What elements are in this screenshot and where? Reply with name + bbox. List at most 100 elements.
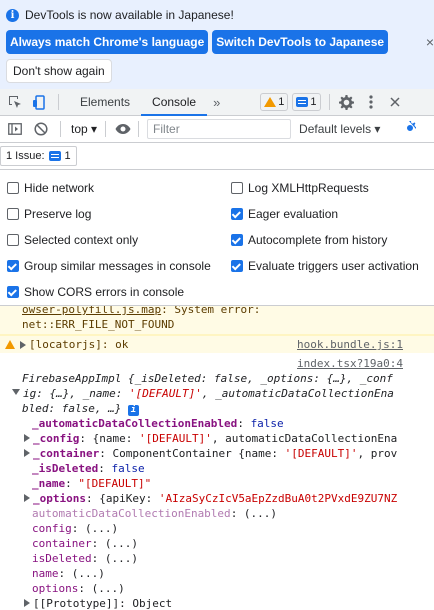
info-icon: i xyxy=(6,8,19,22)
log-xhr-checkbox[interactable] xyxy=(231,182,243,194)
eager-eval-label: Eager evaluation xyxy=(248,207,339,221)
devtools-tabbar: Elements Console » 1 1 xyxy=(0,89,434,116)
getter-row[interactable]: isDeleted: (...) xyxy=(22,551,434,566)
autocomplete-label: Autocomplete from history xyxy=(248,233,388,247)
error-detail: net::ERR_FILE_NOT_FOUND xyxy=(22,318,175,331)
issue-message-icon xyxy=(48,151,61,161)
console-error-message: owser-polyfill.js.map: System error: net… xyxy=(0,306,434,335)
log-levels-dropdown[interactable]: Default levels ▾ xyxy=(299,122,380,136)
eager-eval-checkbox[interactable] xyxy=(231,208,243,220)
filter-input[interactable]: Filter xyxy=(147,119,292,139)
cors-errors-label: Show CORS errors in console xyxy=(24,285,185,299)
toolbar-divider xyxy=(105,121,107,137)
language-infobar: i DevTools is now available in Japanese!… xyxy=(0,0,434,89)
error-text: : System error: xyxy=(161,306,261,316)
getter-row[interactable]: container: (...) xyxy=(22,536,434,551)
property-row-expandable[interactable]: _container: ComponentContainer {name: '[… xyxy=(22,446,434,461)
messages-badge[interactable]: 1 xyxy=(292,93,321,111)
group-similar-option[interactable]: Group similar messages in console xyxy=(0,259,224,273)
close-devtools-icon[interactable] xyxy=(386,93,404,111)
getter-row[interactable]: automaticDataCollectionEnabled: (...) xyxy=(22,506,434,521)
preserve-log-label: Preserve log xyxy=(24,207,92,221)
warnings-badge[interactable]: 1 xyxy=(260,93,289,111)
warning-source-link[interactable]: hook.bundle.js:1 xyxy=(297,337,403,352)
issues-count: 1 xyxy=(64,150,71,162)
selected-context-option[interactable]: Selected context only xyxy=(0,233,224,247)
hide-network-label: Hide network xyxy=(24,181,95,195)
cors-errors-checkbox[interactable] xyxy=(7,286,19,298)
console-toolbar: top ▾ Filter Default levels ▾ xyxy=(0,116,434,143)
toolbar-divider xyxy=(138,121,140,137)
more-tabs-icon[interactable]: » xyxy=(207,95,226,110)
always-match-language-button[interactable]: Always match Chrome's language xyxy=(6,30,209,54)
toolbar-divider xyxy=(58,94,59,110)
log-xhr-label: Log XMLHttpRequests xyxy=(248,181,369,195)
console-settings-panel: Hide network Log XMLHttpRequests Preserv… xyxy=(0,170,434,306)
object-preview-line2[interactable]: ig: {…}, _name: '[DEFAULT]', _automaticD… xyxy=(12,386,434,401)
infobar-message-row: i DevTools is now available in Japanese! xyxy=(6,6,428,24)
expand-arrow-icon[interactable] xyxy=(24,599,30,607)
warning-icon xyxy=(5,340,15,349)
object-preview-line3: bled: false, …} xyxy=(22,402,122,415)
log-source-link[interactable]: index.tsx?19a0:4 xyxy=(297,356,403,371)
selected-context-label: Selected context only xyxy=(24,233,139,247)
group-similar-label: Group similar messages in console xyxy=(24,259,211,273)
issues-bar: 1 Issue: 1 xyxy=(0,143,434,170)
info-icon[interactable]: i xyxy=(127,405,139,416)
close-icon[interactable]: × xyxy=(426,34,434,50)
selected-context-checkbox[interactable] xyxy=(7,234,19,246)
toolbar-divider xyxy=(328,94,330,110)
issues-label: 1 Issue: xyxy=(6,150,45,162)
eager-eval-option[interactable]: Eager evaluation xyxy=(224,207,434,221)
clear-console-icon[interactable] xyxy=(32,120,50,138)
autocomplete-checkbox[interactable] xyxy=(231,234,243,246)
getter-row[interactable]: config: (...) xyxy=(22,521,434,536)
property-row: _isDeleted: false xyxy=(32,462,145,475)
infobar-button-row: Always match Chrome's language Switch De… xyxy=(6,30,428,54)
context-selector[interactable]: top ▾ xyxy=(71,122,97,136)
hide-network-option[interactable]: Hide network xyxy=(0,181,224,195)
issues-button[interactable]: 1 Issue: 1 xyxy=(0,146,77,166)
eval-triggers-option[interactable]: Evaluate triggers user activation xyxy=(224,259,434,273)
preserve-log-option[interactable]: Preserve log xyxy=(0,207,224,221)
toolbar-divider xyxy=(60,121,61,137)
property-row-expandable[interactable]: _options: {apiKey: 'AIzaSyCzIcV5aEpZzdBu… xyxy=(22,491,434,506)
inspect-element-icon[interactable] xyxy=(6,93,24,111)
console-warning-row: [locatorjs]: ok hook.bundle.js:1 xyxy=(0,335,434,353)
tab-console[interactable]: Console xyxy=(141,89,208,116)
log-xhr-option[interactable]: Log XMLHttpRequests xyxy=(224,181,434,195)
infobar-message: DevTools is now available in Japanese! xyxy=(25,8,234,22)
property-row-expandable[interactable]: _config: {name: '[DEFAULT]', automaticDa… xyxy=(22,431,434,446)
expand-arrow-icon[interactable] xyxy=(24,494,30,502)
warning-icon xyxy=(264,97,277,107)
live-expression-eye-icon[interactable] xyxy=(114,120,132,138)
getter-row[interactable]: name: (...) xyxy=(22,566,434,581)
sidebar-toggle-icon[interactable] xyxy=(6,120,24,138)
collapse-arrow-icon[interactable] xyxy=(12,389,20,395)
preserve-log-checkbox[interactable] xyxy=(7,208,19,220)
expand-arrow-icon[interactable] xyxy=(24,449,30,457)
console-settings-gear-icon[interactable] xyxy=(404,120,417,138)
sourcemap-link[interactable]: owser-polyfill.js.map xyxy=(22,306,161,316)
more-options-icon[interactable] xyxy=(362,93,380,111)
group-similar-checkbox[interactable] xyxy=(7,260,19,272)
cors-errors-option[interactable]: Show CORS errors in console xyxy=(0,285,300,299)
eval-triggers-checkbox[interactable] xyxy=(231,260,243,272)
expand-arrow-icon[interactable] xyxy=(24,434,30,442)
console-log-entry: index.tsx?19a0:4 FirebaseAppImpl {_isDel… xyxy=(0,353,434,610)
tab-elements[interactable]: Elements xyxy=(69,89,141,116)
warning-message: [locatorjs]: ok xyxy=(29,338,129,351)
switch-devtools-language-button[interactable]: Switch DevTools to Japanese xyxy=(212,30,389,54)
settings-gear-icon[interactable] xyxy=(338,93,356,111)
device-toolbar-icon[interactable] xyxy=(30,93,48,111)
object-preview-line1: FirebaseAppImpl {_isDeleted: false, _opt… xyxy=(22,372,393,385)
property-row: _automaticDataCollectionEnabled: false xyxy=(32,417,284,430)
autocomplete-option[interactable]: Autocomplete from history xyxy=(224,233,434,247)
hide-network-checkbox[interactable] xyxy=(7,182,19,194)
warnings-count: 1 xyxy=(278,96,285,108)
dont-show-again-button[interactable]: Don't show again xyxy=(6,59,112,83)
getter-row[interactable]: options: (...) xyxy=(22,581,434,596)
messages-count: 1 xyxy=(310,96,317,108)
prototype-row[interactable]: [[Prototype]]: Object xyxy=(22,596,434,610)
expand-arrow-icon[interactable] xyxy=(20,340,26,349)
